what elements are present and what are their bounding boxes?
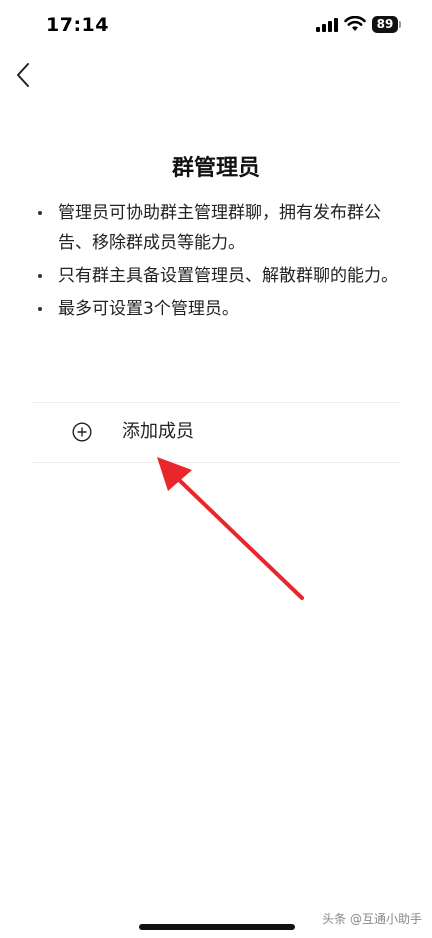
screen: 17:14 89 群管理员 管理员可协助群主管理群聊，拥有发布群公告、移除群成员…	[0, 0, 432, 938]
back-button[interactable]	[8, 58, 38, 92]
divider	[32, 462, 400, 463]
page-title: 群管理员	[171, 156, 260, 181]
signal-icon	[316, 18, 338, 32]
battery-icon: 89	[372, 16, 402, 33]
info-list: 管理员可协助群主管理群聊，拥有发布群公告、移除群成员等能力。 只有群主具备设置管…	[36, 198, 406, 327]
info-item: 管理员可协助群主管理群聊，拥有发布群公告、移除群成员等能力。	[36, 198, 406, 258]
home-indicator[interactable]	[139, 924, 295, 930]
add-member-label: 添加成员	[122, 421, 194, 442]
plus-circle-icon	[72, 422, 92, 442]
info-text: 管理员可协助群主管理群聊，拥有发布群公告、移除群成员等能力。	[58, 203, 381, 253]
watermark: 头条 @互通小助手	[322, 912, 422, 926]
wifi-icon	[344, 16, 366, 31]
battery-level: 89	[372, 16, 398, 33]
add-member-button[interactable]: 添加成员	[32, 403, 400, 461]
bullet-dot	[38, 307, 42, 311]
info-text: 最多可设置3个管理员。	[58, 299, 239, 319]
chevron-left-icon	[17, 63, 29, 87]
info-text: 只有群主具备设置管理员、解散群聊的能力。	[58, 266, 398, 286]
info-item: 只有群主具备设置管理员、解散群聊的能力。	[36, 261, 406, 291]
status-bar: 17:14 89	[0, 0, 432, 52]
battery-cap	[399, 21, 401, 28]
status-time: 17:14	[46, 14, 109, 36]
bullet-dot	[38, 211, 42, 215]
annotation-arrow	[157, 457, 304, 600]
bullet-dot	[38, 274, 42, 278]
info-item: 最多可设置3个管理员。	[36, 294, 406, 324]
